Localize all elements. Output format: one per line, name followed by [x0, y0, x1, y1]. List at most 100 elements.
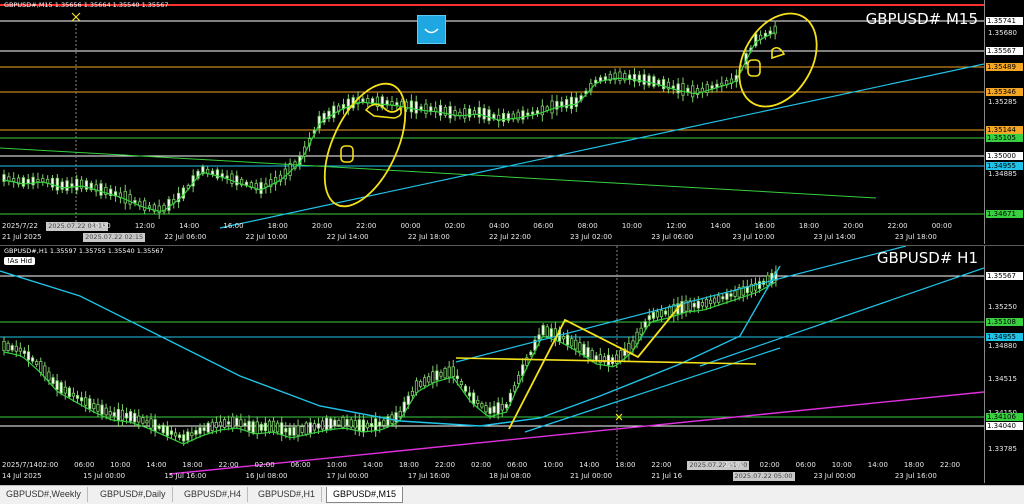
- h1-time-label: 2025/7/14: [2, 461, 38, 469]
- h1-candle: [300, 426, 304, 433]
- h1-chart-canvas[interactable]: [0, 246, 984, 483]
- m15-symbol-label: GBPUSD# M15: [865, 10, 978, 28]
- h1-candle: [410, 390, 415, 396]
- h1-candle: [104, 407, 108, 416]
- m15-time-label: 02:00: [444, 222, 465, 230]
- m15-chart-pane[interactable]: GBPUSD#,M15 1.35656 1.35664 1.35540 1.35…: [0, 0, 1024, 244]
- m15-candle: [50, 177, 55, 188]
- m15-candle: [434, 107, 438, 112]
- tab-h4[interactable]: GBPUSD#,H4: [178, 487, 249, 502]
- h1-price-tag: 1.34106: [986, 413, 1023, 421]
- h1-time-label: 18:00: [615, 461, 636, 469]
- h1-time-label: 18 Jul 08:00: [489, 472, 531, 480]
- m15-candle: [662, 79, 666, 90]
- h1-candle: [116, 408, 120, 421]
- m15-candle: [332, 105, 336, 119]
- h1-time-label: 18:00: [398, 461, 419, 469]
- h1-candle: [329, 418, 333, 429]
- tab-m15[interactable]: GBPUSD#,M15: [326, 487, 404, 503]
- h1-candle: [280, 422, 284, 436]
- h1-candle: [206, 422, 210, 433]
- tab-weekly[interactable]: GBPUSD#,Weekly: [0, 487, 88, 502]
- h1-candle: [296, 425, 300, 436]
- m15-candle: [487, 109, 491, 122]
- m15-time-axis[interactable]: 2025/7/22 2025.07.22 08:15 10:00 12:00 14:00…: [0, 222, 984, 244]
- m15-chart-canvas[interactable]: [0, 0, 984, 244]
- m15-candle: [419, 106, 423, 111]
- h1-candle: [647, 315, 651, 321]
- m15-candle: [671, 85, 675, 89]
- m15-price-axis[interactable]: 1.35680 1.35285 1.34885 1.35741 1.35567 …: [984, 0, 1024, 244]
- h1-candle: [704, 299, 709, 308]
- h1-candle: [467, 392, 472, 397]
- h1-candle: [733, 290, 737, 297]
- h1-candle: [227, 421, 231, 425]
- m15-candle: [244, 181, 249, 186]
- m15-candle: [70, 183, 74, 187]
- m15-candle: [681, 83, 685, 96]
- h1-time-label: 06:00: [507, 461, 528, 469]
- m15-time-label: 22 Jul 14:00: [326, 233, 369, 241]
- h1-time-label: 16 Jul 08:00: [245, 472, 288, 480]
- h1-candle: [88, 398, 92, 410]
- h1-candle: [463, 385, 468, 392]
- h1-candle: [717, 295, 721, 303]
- m15-candle: [143, 200, 147, 211]
- tab-h1[interactable]: GBPUSD#,H1: [252, 487, 323, 502]
- h1-candle: [504, 403, 508, 409]
- tab-daily[interactable]: GBPUSD#,Daily: [94, 487, 173, 502]
- h1-candle: [235, 417, 239, 427]
- h1-candle: [696, 300, 700, 309]
- h1-candle: [186, 431, 190, 441]
- h1-candle: [537, 334, 541, 340]
- h1-candle: [92, 403, 96, 409]
- m15-time-label: 23 Jul 18:00: [894, 233, 937, 241]
- h1-candle: [18, 347, 22, 352]
- h1-candle: [2, 340, 6, 352]
- h1-candle: [153, 419, 157, 432]
- h1-price-tick: 1.33785: [988, 445, 1017, 453]
- h1-candle: [30, 357, 35, 362]
- h1-time-label: 14:00: [146, 461, 167, 469]
- smile-indicator-icon[interactable]: [417, 15, 446, 44]
- m15-candle: [526, 112, 530, 116]
- h1-candle: [725, 292, 729, 300]
- as-hidden-button[interactable]: !As Hid: [4, 257, 36, 265]
- m15-drawing-marker: [747, 59, 761, 77]
- h1-candle: [606, 354, 611, 366]
- h1-candle: [566, 334, 570, 346]
- m15-candle: [482, 107, 486, 120]
- h1-candle: [341, 416, 345, 428]
- m15-time-label: 20:00: [311, 222, 333, 230]
- h1-candle: [239, 419, 243, 427]
- h1-candle: [145, 420, 149, 424]
- h1-candle: [214, 421, 218, 429]
- h1-candle: [169, 430, 174, 435]
- h1-candle: [357, 419, 361, 432]
- m15-time-label: 2025/7/22: [2, 222, 38, 230]
- h1-price-tag: 1.34955: [986, 333, 1023, 341]
- h1-price-axis[interactable]: 1.35567 1.35250 1.35108 1.34955 1.34880 …: [984, 246, 1024, 483]
- chart-tab-bar: GBPUSD#,Weekly GBPUSD#,Daily GBPUSD#,H4 …: [0, 485, 1024, 504]
- h1-candle: [729, 293, 733, 297]
- h1-candle: [545, 326, 549, 337]
- h1-candle: [137, 415, 141, 423]
- h1-chart-pane[interactable]: GBPUSD#,H1 1.35597 1.35755 1.35540 1.355…: [0, 245, 1024, 483]
- h1-candle: [129, 411, 133, 422]
- h1-candle: [406, 395, 410, 405]
- m15-time-label: 04:00: [489, 222, 510, 230]
- m15-candle: [574, 97, 578, 107]
- h1-candle: [455, 375, 459, 380]
- h1-time-label: 06:00: [74, 461, 95, 469]
- h1-candle: [692, 302, 696, 308]
- h1-candle: [374, 418, 378, 431]
- h1-candle: [271, 420, 276, 432]
- h1-candle: [369, 423, 374, 428]
- m15-price-tick: 1.35680: [988, 29, 1017, 37]
- h1-candle: [757, 281, 762, 289]
- h1-time-axis[interactable]: 2025/7/14 02:00 06:00 10:00 14:00 18:00 22:00 0…: [0, 461, 984, 483]
- h1-candle: [414, 380, 419, 393]
- m15-candle: [642, 74, 646, 85]
- m15-price-tag: 1.35000: [986, 152, 1023, 160]
- m15-candle: [501, 113, 506, 122]
